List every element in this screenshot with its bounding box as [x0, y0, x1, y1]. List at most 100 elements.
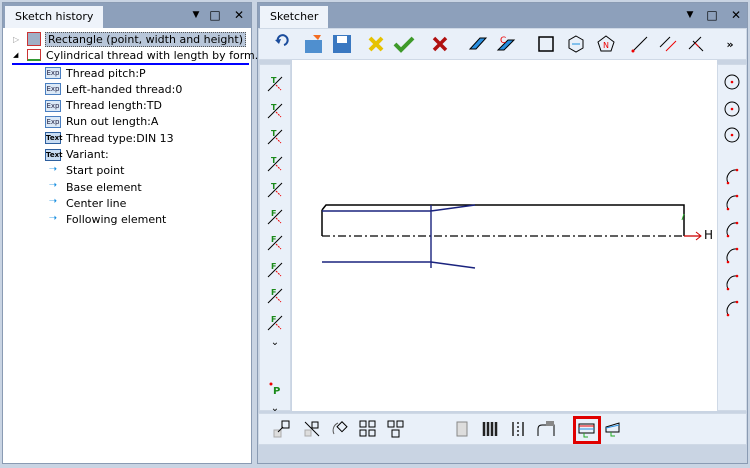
dropdown-icon[interactable]: ▼ [682, 7, 698, 23]
undo-button[interactable] [271, 29, 293, 51]
arc-6-icon[interactable] [721, 297, 743, 319]
tree-child-item[interactable]: ➝ Base element [45, 179, 142, 195]
tapered-thread-button[interactable] [603, 418, 625, 440]
svg-text:T: T [271, 182, 277, 191]
delete-yellow-button[interactable] [365, 33, 387, 55]
left-toolbar: T T T T T F F F F F ⌄ P ⌄ [259, 64, 291, 414]
tangent-t-line-icon[interactable]: T [264, 153, 286, 175]
panel-header: Sketch history ▼ □ ✕ [3, 3, 251, 28]
tree-child-item[interactable]: ➝ Start point [45, 163, 125, 179]
svg-text:T: T [271, 156, 277, 165]
reference-arrow-icon: ➝ [48, 163, 58, 175]
fillet-f2-icon[interactable]: F [264, 312, 286, 334]
expression-icon: Exp [45, 83, 61, 96]
close-icon[interactable]: ✕ [231, 7, 247, 23]
expand-tools-button[interactable]: ⌄ [264, 335, 286, 349]
arc-3-icon[interactable] [721, 218, 743, 240]
svg-text:P: P [273, 386, 280, 396]
reference-arrow-icon: ➝ [48, 180, 58, 192]
tree-child-item[interactable]: Exp Thread pitch:P [45, 65, 146, 81]
svg-text:N: N [603, 41, 609, 50]
stretch-icon[interactable] [451, 418, 473, 440]
circle-tangent-icon[interactable] [721, 124, 743, 146]
expression-icon: Exp [45, 99, 61, 112]
tree-item-thread[interactable]: ◢ Cylindrical thread with length by form… [13, 47, 265, 63]
tree-child-label: Thread length:TD [66, 99, 162, 113]
mirror-icon[interactable] [301, 418, 323, 440]
tree-child-item[interactable]: Text Thread type:DIN 13 [45, 130, 174, 146]
svg-text:T: T [271, 76, 277, 85]
maximize-icon[interactable]: □ [704, 7, 720, 23]
reference-arrow-icon: ➝ [48, 196, 58, 208]
circle-center-icon[interactable] [721, 71, 743, 93]
open-button[interactable] [303, 33, 325, 55]
point-tool-icon[interactable]: P [264, 377, 286, 399]
tab-sketcher[interactable]: Sketcher [260, 6, 329, 28]
rectangle-tool-icon[interactable] [535, 33, 557, 55]
collapse-icon[interactable]: ◢ [13, 51, 27, 59]
maximize-icon[interactable]: □ [207, 7, 223, 23]
array-icon[interactable] [357, 418, 379, 440]
reference-arrow-icon: ➝ [48, 212, 58, 224]
eraser-c-icon[interactable]: C [495, 33, 517, 55]
tree-child-item[interactable]: Exp Thread length:TD [45, 98, 162, 114]
tree-item-rectangle[interactable]: ▷ Rectangle (point, width and height) [13, 31, 246, 47]
tree-child-label: Run out length:A [66, 115, 159, 129]
move-icon[interactable] [271, 418, 293, 440]
cylindrical-thread-button[interactable] [573, 416, 601, 444]
tree-child-label: Left-handed thread:0 [66, 82, 183, 96]
cancel-button[interactable] [429, 33, 451, 55]
toolbar-overflow-button[interactable]: » [719, 33, 741, 55]
svg-text:F: F [271, 262, 276, 271]
chamfer-f1-icon[interactable]: F [264, 206, 286, 228]
axis-label-h: H [704, 228, 714, 242]
close-icon[interactable]: ✕ [728, 7, 744, 23]
svg-text:T: T [271, 129, 277, 138]
tangent-line-icon[interactable]: T [264, 73, 286, 95]
tree-child-label: Thread pitch:P [66, 66, 146, 80]
expression-icon: Exp [45, 115, 61, 128]
tangent-point-line-icon[interactable]: T [264, 100, 286, 122]
tree-child-item[interactable]: Exp Run out length:A [45, 114, 158, 130]
arc-2-icon[interactable] [721, 191, 743, 213]
save-button[interactable] [331, 33, 353, 55]
hexagon-icon[interactable] [565, 33, 587, 55]
tree-child-item[interactable]: Exp Left-handed thread:0 [45, 81, 182, 97]
dashed-columns-icon[interactable] [507, 418, 529, 440]
tree-child-item[interactable]: ➝ Following element [45, 212, 167, 228]
chamfer-f3-icon[interactable]: F [264, 259, 286, 281]
tangent-circle-line-icon[interactable]: T [264, 126, 286, 148]
circle-icon[interactable] [721, 98, 743, 120]
tree-child-item[interactable]: Text Variant: [45, 147, 109, 163]
copy-array-icon[interactable] [385, 418, 407, 440]
arc-icon[interactable] [721, 165, 743, 187]
dropdown-icon[interactable]: ▼ [188, 7, 204, 23]
fillet-f1-icon[interactable]: F [264, 285, 286, 307]
perpendicular-icon[interactable]: T [264, 179, 286, 201]
tree-child-item[interactable]: ➝ Center line [45, 195, 127, 211]
chamfer-f2-icon[interactable]: F [264, 232, 286, 254]
eraser-icon[interactable] [467, 33, 489, 55]
fillet-icon[interactable] [535, 418, 557, 440]
thread-icon [27, 49, 41, 61]
expand-icon[interactable]: ▷ [13, 35, 27, 44]
angle-line-icon[interactable] [685, 33, 707, 55]
sketch-history-panel: Sketch history ▼ □ ✕ ▷ Rectangle (point,… [2, 2, 265, 464]
svg-text:F: F [271, 235, 276, 244]
tab-sketch-history[interactable]: Sketch history [5, 6, 104, 28]
polygon-n-icon[interactable]: N [595, 33, 617, 55]
tree-child-label: Base element [66, 180, 142, 194]
confirm-button[interactable] [393, 33, 415, 55]
tree-child-label: Center line [66, 196, 127, 210]
arc-4-icon[interactable] [721, 244, 743, 266]
sketch-drawing [321, 204, 702, 269]
tree-child-label: Variant: [66, 148, 109, 161]
rotate-icon[interactable] [329, 418, 351, 440]
parallel-line-icon[interactable] [657, 33, 679, 55]
line-icon[interactable] [629, 33, 651, 55]
arc-5-icon[interactable] [721, 271, 743, 293]
sketch-canvas[interactable]: H [292, 60, 717, 411]
svg-text:C: C [500, 36, 506, 46]
bottom-toolbar [258, 413, 747, 445]
columns-icon[interactable] [479, 418, 501, 440]
